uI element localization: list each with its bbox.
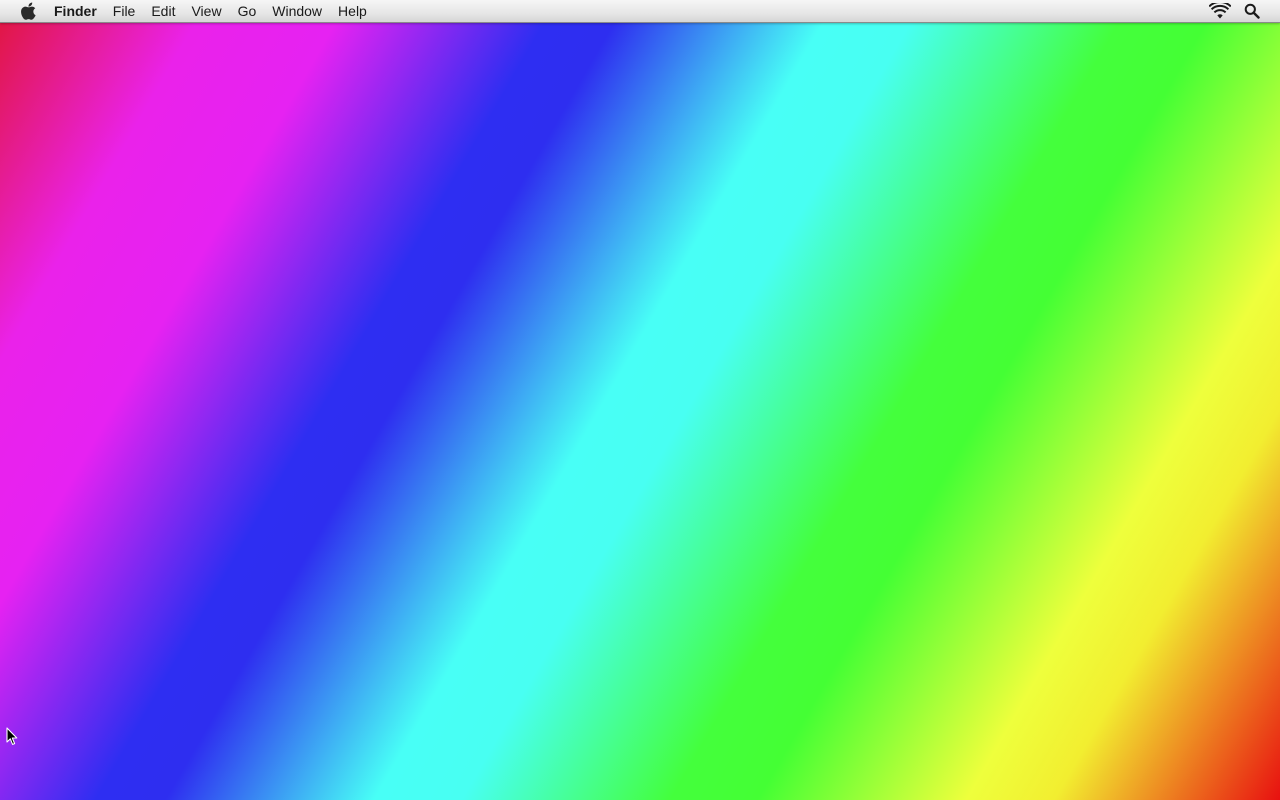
menu-help[interactable]: Help: [330, 0, 375, 22]
apple-logo-icon: [21, 2, 36, 20]
menu-finder[interactable]: Finder: [47, 0, 105, 22]
menu-window[interactable]: Window: [264, 0, 330, 22]
wifi-menu[interactable]: [1208, 0, 1232, 22]
spotlight-search-icon: [1244, 3, 1260, 19]
wifi-icon: [1209, 3, 1231, 19]
menu-file[interactable]: File: [105, 0, 144, 22]
menu-bar: Finder File Edit View Go Window Help: [0, 0, 1280, 23]
menu-edit[interactable]: Edit: [143, 0, 183, 22]
desktop-wallpaper[interactable]: [0, 0, 1280, 800]
menu-extras: [1200, 0, 1264, 22]
apple-menu[interactable]: [17, 0, 41, 22]
menu-go[interactable]: Go: [230, 0, 265, 22]
spotlight-menu[interactable]: [1240, 0, 1264, 22]
mouse-pointer-icon: [6, 727, 18, 745]
menu-view[interactable]: View: [183, 0, 229, 22]
